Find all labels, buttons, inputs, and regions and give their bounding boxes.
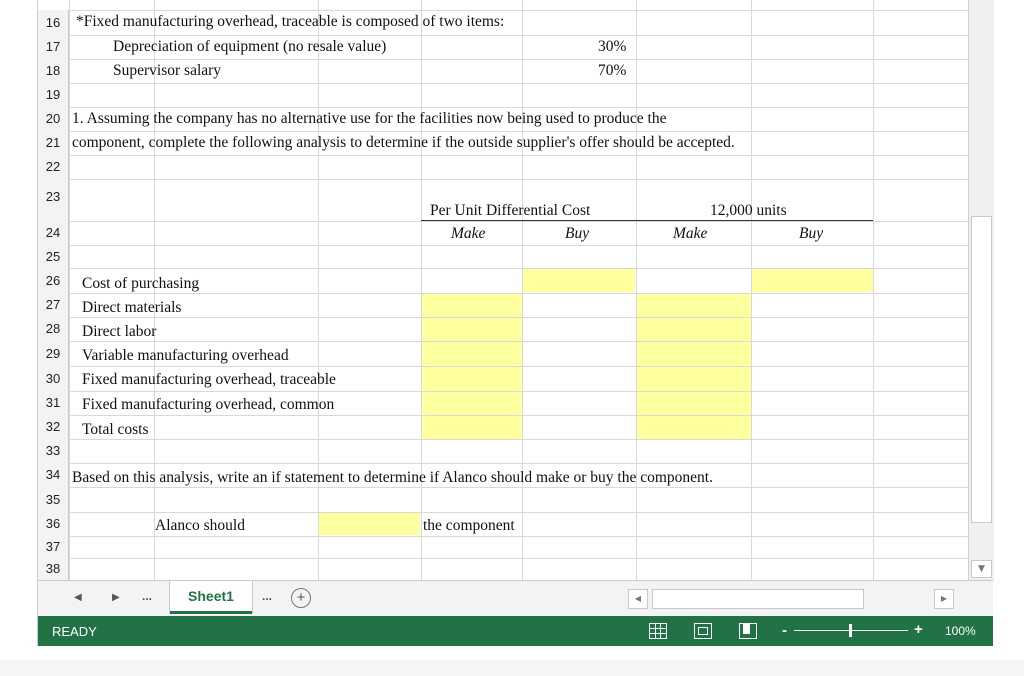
tab-sheet1[interactable]: Sheet1 — [170, 581, 252, 614]
instruction-if-statement[interactable]: Based on this analysis, write an if stat… — [72, 469, 713, 487]
row-header[interactable]: 24 — [38, 221, 69, 245]
scroll-right-arrow-icon[interactable]: ▶ — [934, 589, 954, 609]
header-per-unit-differential-cost[interactable]: Per Unit Differential Cost — [430, 202, 590, 220]
header-buy-unit[interactable]: Buy — [565, 225, 589, 243]
label-fixed-mfg-overhead-common[interactable]: Fixed manufacturing overhead, common — [82, 396, 334, 414]
row-header[interactable]: 38 — [38, 558, 69, 580]
horizontal-scroll-thumb[interactable] — [652, 589, 864, 609]
label-fixed-mfg-overhead-traceable[interactable]: Fixed manufacturing overhead, traceable — [82, 371, 336, 389]
row-header[interactable]: 16 — [38, 10, 69, 35]
normal-view-icon[interactable] — [649, 623, 667, 639]
label-alanco-should[interactable]: Alanco should — [155, 517, 245, 535]
page-break-inner — [743, 624, 750, 634]
label-the-component[interactable]: the component — [423, 517, 515, 535]
input-cell-decision[interactable] — [318, 512, 420, 535]
row-header[interactable]: 36 — [38, 512, 69, 536]
status-bar: READY - + 100% — [38, 616, 993, 646]
label-direct-materials[interactable]: Direct materials — [82, 299, 181, 317]
row-header[interactable]: 20 — [38, 107, 69, 131]
label-cost-of-purchasing[interactable]: Cost of purchasing — [82, 275, 199, 293]
row-header[interactable]: 35 — [38, 487, 69, 512]
input-cell-buy-unit-purchasing[interactable] — [522, 268, 635, 292]
question-line-2[interactable]: component, complete the following analys… — [72, 134, 735, 152]
header-underline-per-unit — [421, 220, 636, 221]
sheet-tab-bar: ◀ ▶ ... Sheet1 ... + ◀ ▶ — [38, 580, 993, 617]
note-fixed-overhead[interactable]: *Fixed manufacturing overhead, traceable… — [76, 13, 504, 31]
value-depreciation-pct[interactable]: 30% — [598, 38, 626, 56]
zoom-out-button[interactable]: - — [782, 622, 787, 639]
header-underline-units — [636, 220, 873, 221]
row-header[interactable]: 19 — [38, 83, 69, 107]
tab-scroll-ellipsis[interactable]: ... — [142, 589, 152, 603]
row-header[interactable]: 26 — [38, 268, 69, 293]
header-make-total[interactable]: Make — [673, 225, 707, 243]
label-variable-mfg-overhead[interactable]: Variable manufacturing overhead — [82, 347, 289, 365]
add-sheet-plus: + — [296, 589, 306, 606]
row-header[interactable]: 25 — [38, 245, 69, 268]
status-ready: READY — [52, 624, 97, 639]
row-header[interactable]: 31 — [38, 391, 69, 415]
header-make-unit[interactable]: Make — [451, 225, 485, 243]
row-header[interactable]: 33 — [38, 439, 69, 463]
scroll-left-arrow-icon[interactable]: ◀ — [628, 589, 648, 609]
row-header[interactable]: 28 — [38, 317, 69, 341]
row-header[interactable]: 18 — [38, 59, 69, 83]
label-total-costs[interactable]: Total costs — [82, 421, 149, 439]
row-header[interactable]: 32 — [38, 415, 69, 439]
label-direct-labor[interactable]: Direct labor — [82, 323, 156, 341]
row-header[interactable]: 23 — [38, 179, 69, 221]
spreadsheet-grid[interactable]: 16 17 18 19 20 21 22 23 24 25 26 27 28 2… — [38, 0, 968, 580]
zoom-slider-thumb[interactable] — [849, 624, 852, 637]
header-12000-units[interactable]: 12,000 units — [710, 202, 787, 220]
row-header[interactable]: 34 — [38, 463, 69, 487]
row-header[interactable]: 29 — [38, 341, 69, 366]
add-sheet-icon[interactable]: + — [291, 588, 311, 608]
label-depreciation[interactable]: Depreciation of equipment (no resale val… — [113, 38, 386, 56]
page-break-icon[interactable] — [739, 623, 757, 639]
tab-next-arrow-icon[interactable]: ▶ — [112, 592, 120, 603]
excel-window: 16 17 18 19 20 21 22 23 24 25 26 27 28 2… — [37, 0, 994, 646]
row-header[interactable]: 22 — [38, 155, 69, 179]
input-cell-buy-total-purchasing[interactable] — [751, 268, 873, 292]
page-bottom-strip — [0, 660, 1024, 676]
page-layout-icon[interactable] — [694, 623, 712, 639]
vertical-scroll-thumb[interactable] — [971, 216, 992, 523]
row-header[interactable]: 21 — [38, 131, 69, 155]
label-supervisor-salary[interactable]: Supervisor salary — [113, 62, 221, 80]
header-buy-total[interactable]: Buy — [799, 225, 823, 243]
scroll-down-arrow-icon[interactable]: ▼ — [971, 560, 992, 578]
tab-prev-arrow-icon[interactable]: ◀ — [74, 592, 82, 603]
question-line-1[interactable]: 1. Assuming the company has no alternati… — [72, 110, 666, 128]
tab-more-ellipsis[interactable]: ... — [262, 589, 272, 603]
row-header[interactable]: 30 — [38, 366, 69, 391]
row-header[interactable]: 17 — [38, 35, 69, 59]
row-header[interactable]: 37 — [38, 536, 69, 558]
zoom-in-button[interactable]: + — [914, 621, 923, 638]
row-header[interactable]: 27 — [38, 293, 69, 317]
page-layout-inner — [698, 627, 708, 635]
horizontal-scrollbar[interactable]: ◀ ▶ — [628, 588, 954, 609]
value-supervisor-pct[interactable]: 70% — [598, 62, 626, 80]
zoom-level[interactable]: 100% — [945, 624, 976, 638]
